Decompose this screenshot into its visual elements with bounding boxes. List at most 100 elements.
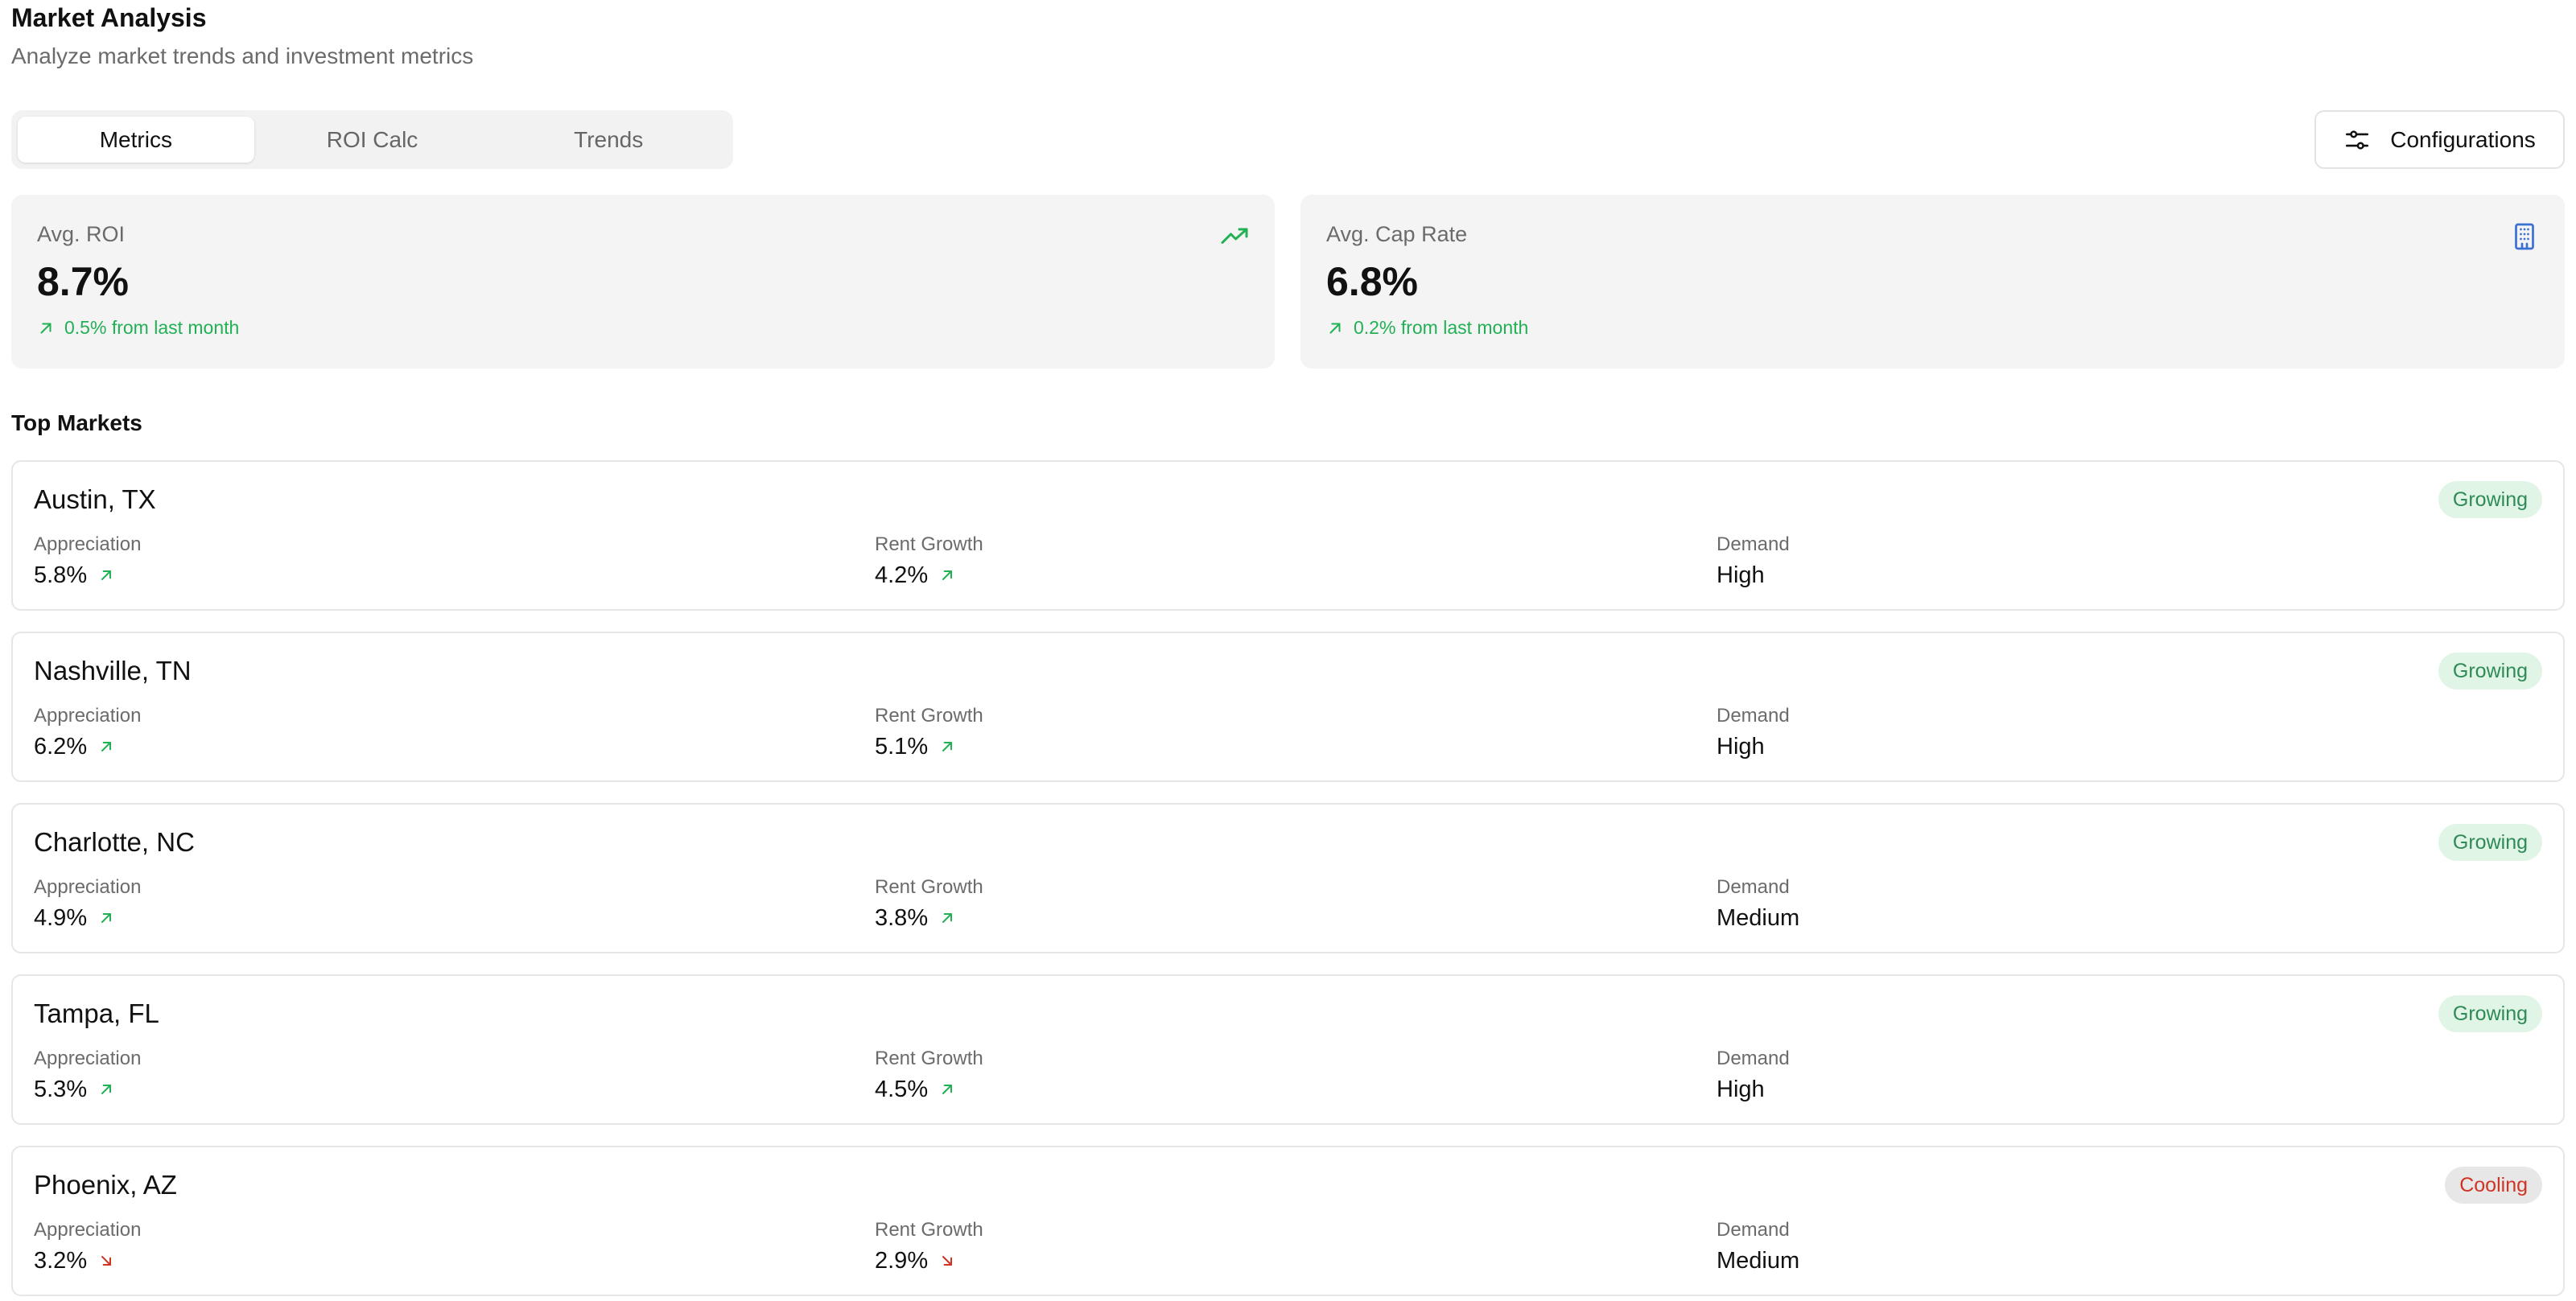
page-title: Market Analysis [11,3,207,32]
rent-growth-label: Rent Growth [875,705,983,727]
rent-growth-label: Rent Growth [875,1219,983,1241]
appreciation-value: 5.3% [34,1077,88,1102]
appreciation-value: 3.2% [34,1248,88,1274]
appreciation-column: Appreciation 3.2% [34,1218,141,1274]
rent-growth-column: Rent Growth 4.2% [875,533,983,589]
sliders-icon [2346,130,2369,150]
metric-label: Avg. Cap Rate [1326,222,1468,246]
metric-change: 0.2% from last month [1326,317,1528,339]
appreciation-value-row: 6.2% [34,733,141,760]
demand-value: Medium [1717,1248,1800,1274]
demand-value: Medium [1717,905,1800,931]
market-name: Phoenix, AZ [34,1170,177,1200]
market-card[interactable]: Phoenix, AZ Cooling Appreciation 3.2% Rent G… [11,1146,2565,1296]
rent-growth-label: Rent Growth [875,533,983,555]
rent-growth-value-row: 3.8% [875,904,983,932]
arrow-up-right-icon [40,322,52,334]
tab-trends[interactable]: Trends [490,117,727,163]
rent-growth-value: 4.5% [875,1077,929,1102]
market-name: Tampa, FL [34,998,159,1028]
demand-label: Demand [1717,1219,1790,1241]
configurations-label: Configurations [2390,126,2536,152]
appreciation-value: 5.8% [34,562,88,588]
page-subtitle: Analyze market trends and investment met… [11,43,474,68]
appreciation-value-row: 3.2% [34,1247,141,1274]
demand-column: Demand High [1717,533,1790,589]
rent-growth-value: 4.2% [875,562,929,588]
arrow-up-right-icon [1329,322,1341,334]
rent-growth-column: Rent Growth 3.8% [875,875,983,932]
rent-growth-label: Rent Growth [875,1048,983,1069]
trending-up-icon [1221,228,1248,244]
status-badge: Growing [2438,653,2542,690]
market-card[interactable]: Nashville, TN Growing Appreciation 6.2% Rent… [11,632,2565,782]
appreciation-label: Appreciation [34,1048,142,1069]
metric-value: 8.7% [37,259,129,304]
arrow-up-right-icon [942,913,953,923]
status-badge: Growing [2438,824,2542,861]
demand-value: High [1717,1077,1765,1102]
market-name: Nashville, TN [34,656,192,685]
tab-bar: Metrics ROI Calc Trends [11,110,733,169]
tab-metrics[interactable]: Metrics [18,117,254,163]
metric-change: 0.5% from last month [37,317,239,339]
tab-roi-calc[interactable]: ROI Calc [254,117,491,163]
appreciation-value: 4.9% [34,905,88,931]
appreciation-label: Appreciation [34,1219,142,1241]
demand-column: Demand Medium [1717,875,1799,932]
appreciation-value-row: 4.9% [34,904,141,932]
arrow-down-right-icon [101,1256,112,1266]
rent-growth-column: Rent Growth 4.5% [875,1047,983,1103]
rent-growth-value-row: 5.1% [875,733,983,760]
arrow-up-right-icon [101,742,112,751]
demand-column: Demand Medium [1717,1218,1799,1274]
arrow-up-right-icon [942,570,953,580]
arrow-up-right-icon [101,913,112,923]
market-card[interactable]: Austin, TX Growing Appreciation 5.8% Rent Gr… [11,460,2565,611]
rent-growth-value-row: 2.9% [875,1247,983,1274]
appreciation-column: Appreciation 5.3% [34,1047,141,1103]
arrow-down-right-icon [942,1256,953,1266]
arrow-up-right-icon [101,1085,112,1094]
demand-column: Demand High [1717,704,1790,760]
rent-growth-value: 3.8% [875,905,929,931]
market-card[interactable]: Charlotte, NC Growing Appreciation 4.9% Rent… [11,803,2565,953]
appreciation-value-row: 5.3% [34,1076,141,1103]
market-analysis-page: Market Analysis Analyze market trends an… [0,0,2576,1301]
metric-change-text: 0.5% from last month [64,317,240,338]
arrow-up-right-icon [942,1085,953,1094]
demand-label: Demand [1717,533,1790,555]
configurations-button[interactable]: Configurations [2314,110,2565,169]
avg-cap-rate-card: Avg. Cap Rate 6.8% 0.2% from last month [1300,195,2565,368]
metric-value: 6.8% [1326,259,1418,304]
demand-value: High [1717,734,1765,760]
status-badge: Growing [2438,481,2542,518]
demand-value: High [1717,562,1765,588]
market-name: Austin, TX [34,484,156,514]
appreciation-column: Appreciation 6.2% [34,704,141,760]
rent-growth-value-row: 4.5% [875,1076,983,1103]
rent-growth-column: Rent Growth 5.1% [875,704,983,760]
building-icon [2515,223,2534,250]
appreciation-value: 6.2% [34,734,88,760]
market-name: Charlotte, NC [34,827,195,857]
demand-label: Demand [1717,1048,1790,1069]
metric-change-text: 0.2% from last month [1354,317,1529,338]
rent-growth-value: 5.1% [875,734,929,760]
arrow-up-right-icon [101,570,112,580]
rent-growth-value: 2.9% [875,1248,929,1274]
appreciation-label: Appreciation [34,533,142,555]
section-title: Top Markets [11,410,142,435]
demand-column: Demand High [1717,1047,1790,1103]
market-card[interactable]: Tampa, FL Growing Appreciation 5.3% Rent Gro… [11,974,2565,1125]
avg-roi-card: Avg. ROI 8.7% 0.5% from last month [11,195,1275,368]
appreciation-value-row: 5.8% [34,562,141,589]
arrow-up-right-icon [942,742,953,751]
status-badge: Cooling [2445,1167,2542,1204]
appreciation-label: Appreciation [34,876,142,898]
metric-label: Avg. ROI [37,222,126,246]
demand-label: Demand [1717,705,1790,727]
rent-growth-column: Rent Growth 2.9% [875,1218,983,1274]
appreciation-column: Appreciation 5.8% [34,533,141,589]
appreciation-label: Appreciation [34,705,142,727]
